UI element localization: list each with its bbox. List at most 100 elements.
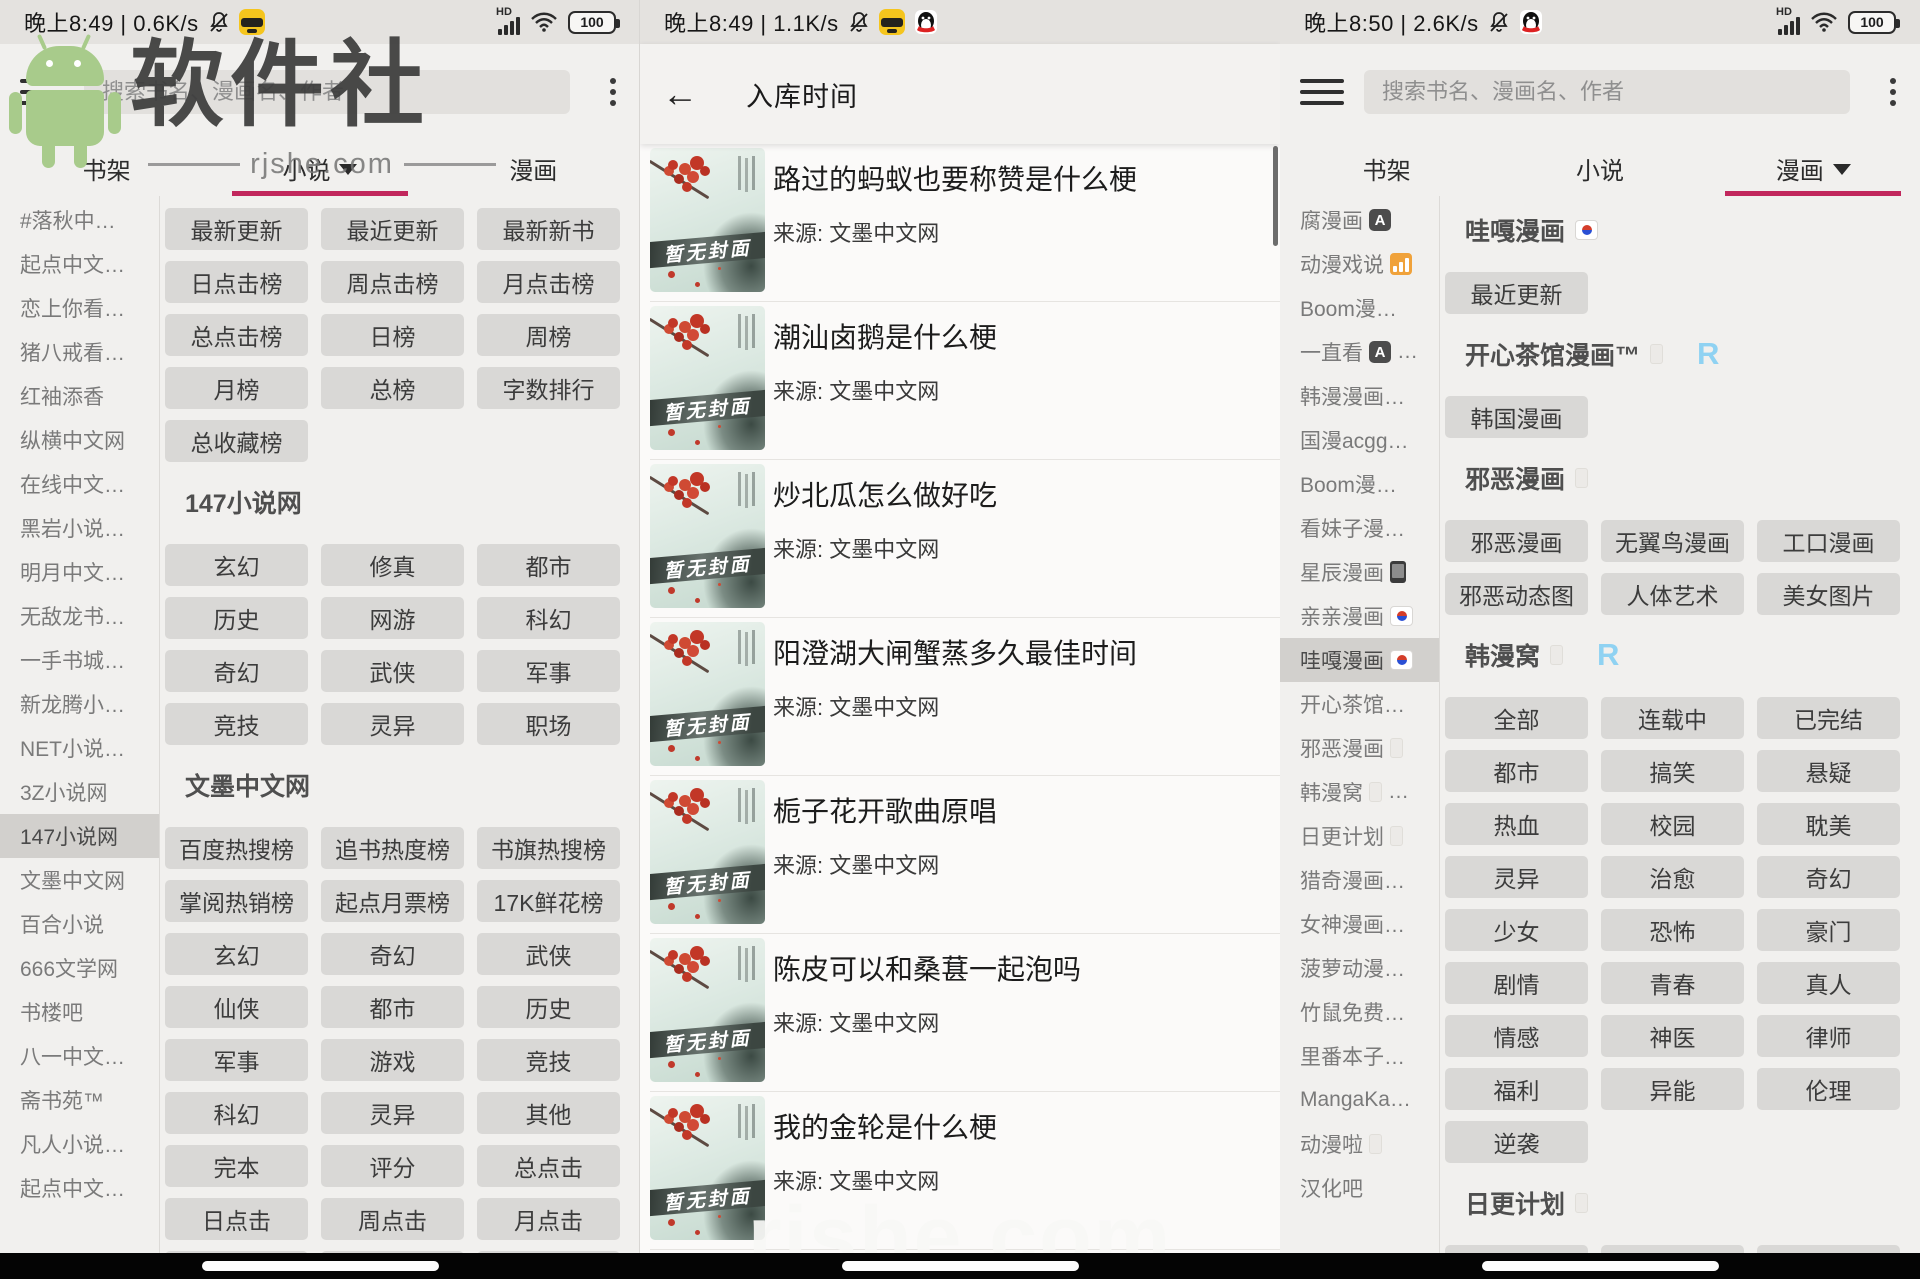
overflow-menu-icon[interactable] bbox=[606, 74, 620, 110]
category-button-都市[interactable]: 都市 bbox=[1445, 750, 1588, 792]
sidebar-item-腐漫画[interactable]: 腐漫画 A bbox=[1280, 198, 1439, 242]
category-button-律师[interactable]: 律师 bbox=[1757, 1015, 1900, 1057]
category-button-伦理[interactable]: 伦理 bbox=[1757, 1068, 1900, 1110]
sidebar-item-动漫戏说[interactable]: 动漫戏说 bbox=[1280, 242, 1439, 286]
category-button-总点击榜[interactable]: 总点击榜 bbox=[165, 314, 308, 356]
sidebar-item-一直看[interactable]: 一直看 A… bbox=[1280, 330, 1439, 374]
sidebar-item-无敌龙书[interactable]: 无敌龙书… bbox=[0, 594, 159, 638]
category-button-网游[interactable]: 网游 bbox=[321, 597, 464, 639]
sidebar-item-明月中文[interactable]: 明月中文… bbox=[0, 550, 159, 594]
category-button-灵异[interactable]: 灵异 bbox=[321, 1092, 464, 1134]
sidebar-item-邪恶漫画[interactable]: 邪恶漫画 bbox=[1280, 726, 1439, 770]
sidebar-item-猪八戒看[interactable]: 猪八戒看… bbox=[0, 330, 159, 374]
home-indicator[interactable] bbox=[202, 1261, 439, 1271]
sidebar-item-亲亲漫画[interactable]: 亲亲漫画 bbox=[1280, 594, 1439, 638]
scrollbar-thumb[interactable] bbox=[1273, 146, 1278, 246]
sidebar-item-黑岩小说[interactable]: 黑岩小说… bbox=[0, 506, 159, 550]
menu-hamburger-icon[interactable] bbox=[1300, 79, 1344, 105]
sidebar-item-文墨中文网[interactable]: 文墨中文网 bbox=[0, 858, 159, 902]
category-button-百度热搜榜[interactable]: 百度热搜榜 bbox=[165, 827, 308, 869]
sidebar-item-斋书苑™[interactable]: 斋书苑™ bbox=[0, 1078, 159, 1122]
category-button-少女[interactable]: 少女 bbox=[1445, 909, 1588, 951]
category-button-周榜[interactable]: 周榜 bbox=[477, 314, 620, 356]
sidebar-item-国漫acgg[interactable]: 国漫acgg… bbox=[1280, 418, 1439, 462]
category-button-恐怖[interactable]: 恐怖 bbox=[1601, 909, 1744, 951]
category-button-最近更新[interactable]: 最近更新 bbox=[321, 208, 464, 250]
category-button-异能[interactable]: 异能 bbox=[1601, 1068, 1744, 1110]
category-button-武侠[interactable]: 武侠 bbox=[477, 933, 620, 975]
sidebar-item-纵横中文网[interactable]: 纵横中文网 bbox=[0, 418, 159, 462]
category-button-总点击[interactable]: 总点击 bbox=[477, 1145, 620, 1187]
category-button-日点击[interactable]: 日点击 bbox=[165, 1198, 308, 1240]
search-input[interactable] bbox=[1382, 79, 1832, 105]
category-button-灵异[interactable]: 灵异 bbox=[321, 703, 464, 745]
sidebar-item-日更计划[interactable]: 日更计划 bbox=[1280, 814, 1439, 858]
category-button-军事[interactable]: 军事 bbox=[477, 650, 620, 692]
sidebar-item-开心茶馆[interactable]: 开心茶馆… bbox=[1280, 682, 1439, 726]
category-button-灵异[interactable]: 灵异 bbox=[1445, 856, 1588, 898]
category-button-豪门[interactable]: 豪门 bbox=[1757, 909, 1900, 951]
category-button-竞技[interactable]: 竞技 bbox=[165, 703, 308, 745]
sidebar-item-韩漫窝[interactable]: 韩漫窝… bbox=[1280, 770, 1439, 814]
category-button-悬疑[interactable]: 悬疑 bbox=[1757, 750, 1900, 792]
category-button-其他[interactable]: 其他 bbox=[477, 1092, 620, 1134]
category-button-逆袭[interactable]: 逆袭 bbox=[1445, 1121, 1588, 1163]
category-button-治愈[interactable]: 治愈 bbox=[1601, 856, 1744, 898]
category-button-月点击[interactable]: 月点击 bbox=[477, 1198, 620, 1240]
category-button-历史[interactable]: 历史 bbox=[165, 597, 308, 639]
category-button-历史[interactable]: 历史 bbox=[477, 986, 620, 1028]
sidebar-item-新龙腾小[interactable]: 新龙腾小… bbox=[0, 682, 159, 726]
sidebar-item-里番本子[interactable]: 里番本子… bbox=[1280, 1034, 1439, 1078]
sidebar-item-Boom漫[interactable]: Boom漫… bbox=[1280, 462, 1439, 506]
sidebar-item-一手书城[interactable]: 一手书城… bbox=[0, 638, 159, 682]
category-button-连载中[interactable]: 连载中 bbox=[1601, 697, 1744, 739]
sidebar-item-星辰漫画[interactable]: 星辰漫画 bbox=[1280, 550, 1439, 594]
sidebar-item-菠萝动漫[interactable]: 菠萝动漫… bbox=[1280, 946, 1439, 990]
category-button-评分[interactable]: 评分 bbox=[321, 1145, 464, 1187]
list-item[interactable]: 暂无封面 阳澄湖大闸蟹蒸多久最佳时间 来源: 文墨中文网 bbox=[640, 618, 1280, 776]
category-button-已完结[interactable]: 已完结 bbox=[1757, 697, 1900, 739]
category-button-完本[interactable]: 完本 bbox=[165, 1145, 308, 1187]
sidebar-item-看妹子漫[interactable]: 看妹子漫… bbox=[1280, 506, 1439, 550]
overflow-menu-icon[interactable] bbox=[1886, 74, 1900, 110]
category-button-最新更新[interactable]: 最新更新 bbox=[165, 208, 308, 250]
sidebar-item-哇嘎漫画[interactable]: 哇嘎漫画 bbox=[1280, 638, 1439, 682]
back-arrow-icon[interactable]: ← bbox=[662, 76, 706, 112]
category-button-字数排行[interactable]: 字数排行 bbox=[477, 367, 620, 409]
category-button-玄幻[interactable]: 玄幻 bbox=[165, 544, 308, 586]
home-indicator[interactable] bbox=[842, 1261, 1079, 1271]
sidebar-item-汉化吧[interactable]: 汉化吧 bbox=[1280, 1166, 1439, 1210]
category-button-青春[interactable]: 青春 bbox=[1601, 962, 1744, 1004]
sidebar-item-猎奇漫画[interactable]: 猎奇漫画… bbox=[1280, 858, 1439, 902]
category-button-奇幻[interactable]: 奇幻 bbox=[165, 650, 308, 692]
sidebar-item-八一中文[interactable]: 八一中文… bbox=[0, 1034, 159, 1078]
category-button-情感[interactable]: 情感 bbox=[1445, 1015, 1588, 1057]
tab-书架[interactable]: 书架 bbox=[0, 140, 213, 196]
category-button-掌阅热销榜[interactable]: 掌阅热销榜 bbox=[165, 880, 308, 922]
sidebar-item-恋上你看[interactable]: 恋上你看… bbox=[0, 286, 159, 330]
category-button-耽美[interactable]: 耽美 bbox=[1757, 803, 1900, 845]
menu-hamburger-icon[interactable] bbox=[20, 79, 64, 105]
tab-小说[interactable]: 小说 bbox=[1493, 140, 1706, 196]
sidebar-item-书楼吧[interactable]: 书楼吧 bbox=[0, 990, 159, 1034]
category-button-修真[interactable]: 修真 bbox=[321, 544, 464, 586]
category-button-起点月票榜[interactable]: 起点月票榜 bbox=[321, 880, 464, 922]
list-item[interactable]: 暂无封面 路过的蚂蚁也要称赞是什么梗 来源: 文墨中文网 bbox=[640, 144, 1280, 302]
sidebar-item-百合小说[interactable]: 百合小说 bbox=[0, 902, 159, 946]
category-button-邪恶漫画[interactable]: 邪恶漫画 bbox=[1445, 520, 1588, 562]
category-button-搞笑[interactable]: 搞笑 bbox=[1601, 750, 1744, 792]
home-indicator[interactable] bbox=[1482, 1261, 1719, 1271]
list-item[interactable]: 暂无封面 栀子花开歌曲原唱 来源: 文墨中文网 bbox=[640, 776, 1280, 934]
category-button-书旗热搜榜[interactable]: 书旗热搜榜 bbox=[477, 827, 620, 869]
category-button-人体艺术[interactable]: 人体艺术 bbox=[1601, 573, 1744, 615]
category-button-最新新书[interactable]: 最新新书 bbox=[477, 208, 620, 250]
category-button-奇幻[interactable]: 奇幻 bbox=[321, 933, 464, 975]
tab-漫画[interactable]: 漫画 bbox=[427, 140, 640, 196]
sidebar-item-女神漫画[interactable]: 女神漫画… bbox=[1280, 902, 1439, 946]
list-item[interactable]: 暂无封面 我的金轮是什么梗 来源: 文墨中文网 bbox=[640, 1092, 1280, 1250]
sidebar-item-Boom漫[interactable]: Boom漫… bbox=[1280, 286, 1439, 330]
category-button-月点击榜[interactable]: 月点击榜 bbox=[477, 261, 620, 303]
tab-小说[interactable]: 小说 bbox=[213, 140, 426, 196]
category-button-科幻[interactable]: 科幻 bbox=[477, 597, 620, 639]
category-button-周点击榜[interactable]: 周点击榜 bbox=[321, 261, 464, 303]
